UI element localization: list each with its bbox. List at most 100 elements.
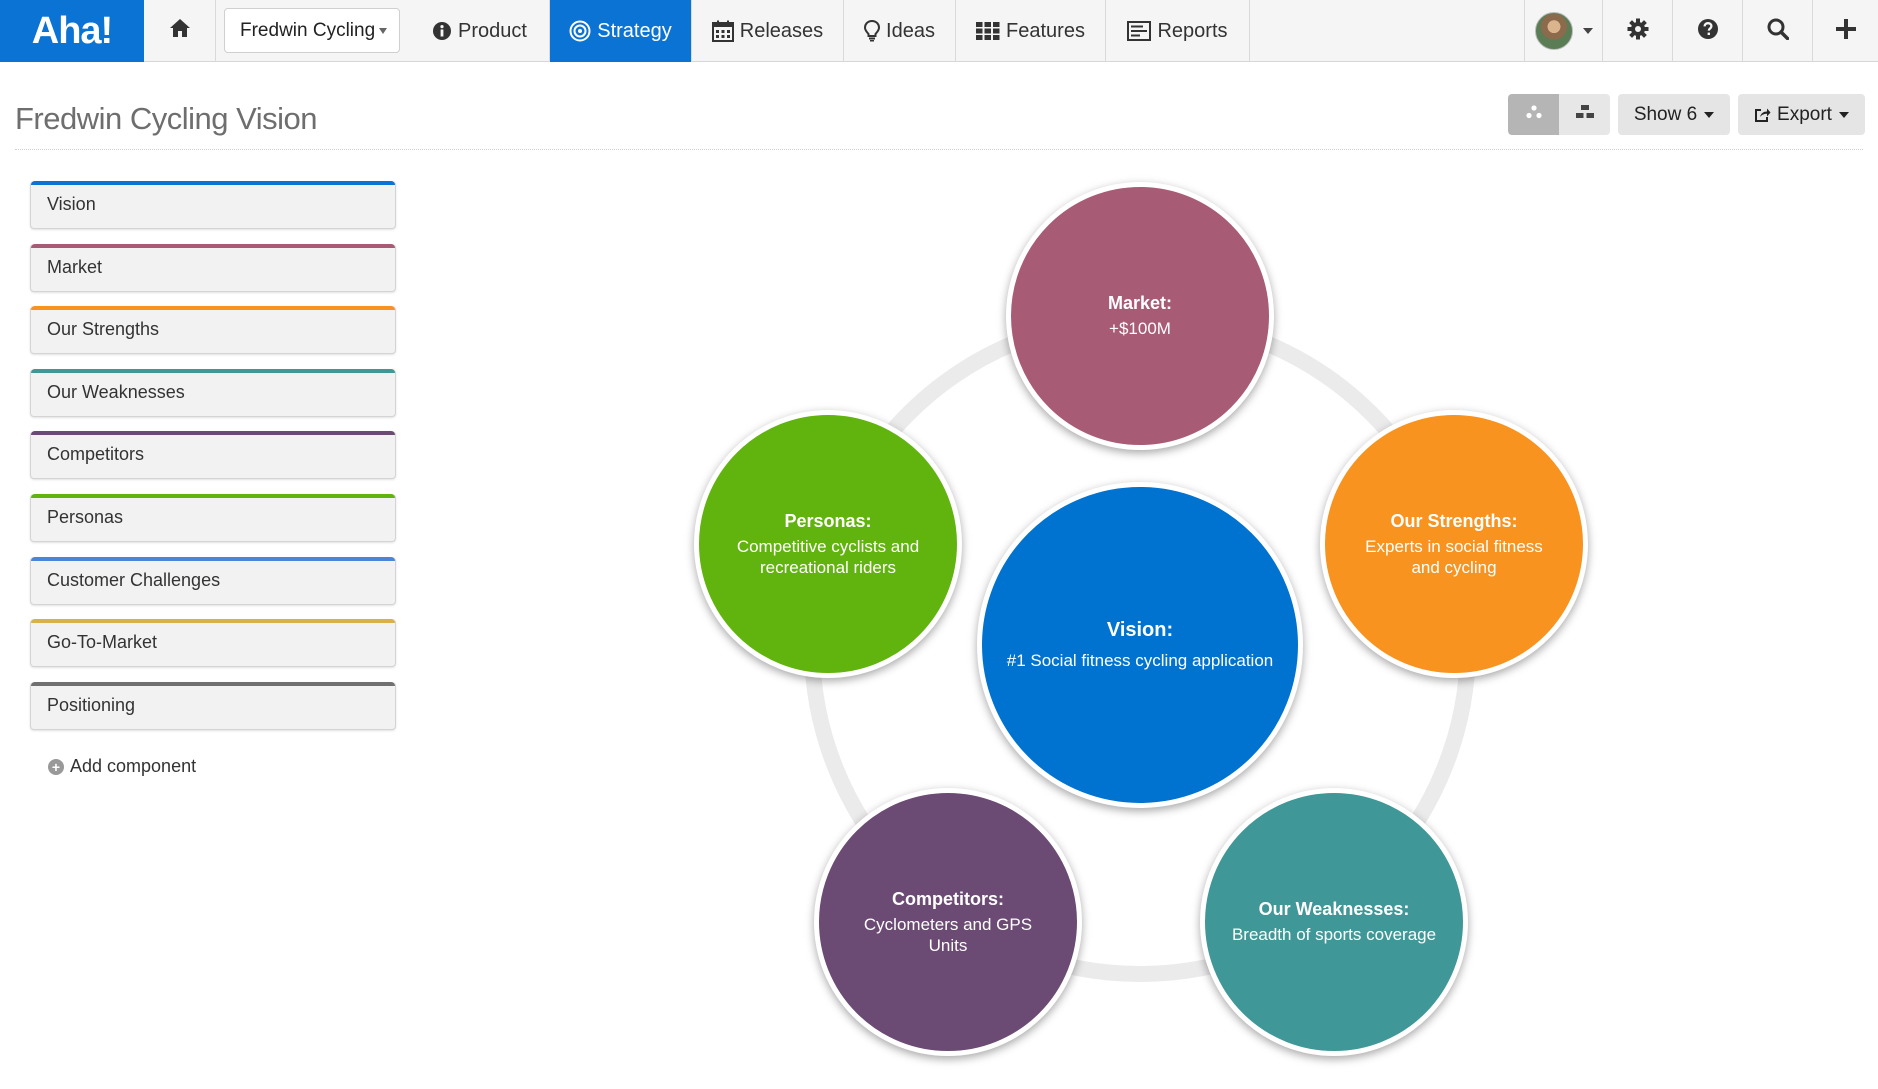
list-view-button[interactable] (1559, 94, 1610, 135)
component-label: Market (47, 256, 103, 277)
tab-ideas-label: Ideas (886, 19, 935, 42)
component-customer-challenges[interactable]: Customer Challenges (30, 556, 396, 605)
view-toggle (1508, 94, 1610, 135)
settings-button[interactable] (1602, 0, 1672, 62)
info-circle-icon (432, 21, 452, 41)
component-label: Vision (47, 194, 96, 214)
plus-circle-icon: + (48, 758, 64, 775)
export-icon (1754, 107, 1771, 123)
tab-ideas[interactable]: Ideas (844, 0, 956, 62)
component-our-weaknesses[interactable]: Our Weaknesses (30, 368, 396, 417)
component-go-to-market[interactable]: Go-To-Market (30, 619, 396, 668)
competitors-node[interactable]: Competitors: Cyclometers and GPS Units (814, 788, 1082, 1056)
avatar (1534, 12, 1573, 50)
component-color-bar (31, 681, 395, 686)
component-vision[interactable]: Vision (30, 181, 396, 229)
component-color-bar (31, 556, 395, 561)
product-select[interactable]: Fredwin Cycling (224, 8, 400, 53)
grid-icon (976, 22, 1000, 40)
calendar-icon (711, 20, 734, 42)
weaknesses-node-title: Our Weaknesses: (1258, 899, 1410, 919)
component-positioning[interactable]: Positioning (30, 681, 396, 730)
tab-reports[interactable]: Reports (1106, 0, 1250, 62)
diagram-view-icon (1525, 105, 1542, 124)
search-icon (1767, 18, 1789, 45)
market-node[interactable]: Market: +$100M (1006, 182, 1274, 450)
tab-features-label: Features (1006, 19, 1085, 42)
tab-strategy[interactable]: Strategy (550, 0, 692, 62)
personas-node-desc: Competitive cyclists and recreational ri… (736, 536, 920, 577)
top-nav: Aha! Fredwin Cycling Product Strategy Re… (0, 0, 1878, 62)
strengths-node[interactable]: Our Strengths: Experts in social fitness… (1320, 410, 1588, 678)
user-menu[interactable] (1524, 0, 1602, 62)
personas-node[interactable]: Personas: Competitive cyclists and recre… (694, 410, 962, 678)
tab-releases-label: Releases (739, 19, 824, 42)
tab-releases[interactable]: Releases (692, 0, 844, 62)
gear-icon (1627, 18, 1649, 45)
component-label: Our Weaknesses (47, 381, 185, 402)
add-component-label: Add component (70, 756, 197, 776)
component-color-bar (31, 493, 395, 498)
search-button[interactable] (1742, 0, 1812, 62)
component-market[interactable]: Market (30, 243, 396, 292)
diagram-view-button[interactable] (1508, 94, 1559, 135)
weaknesses-node[interactable]: Our Weaknesses: Breadth of sports covera… (1200, 788, 1468, 1056)
header-divider (15, 149, 1863, 150)
plus-icon (1835, 18, 1856, 44)
tab-product[interactable]: Product (410, 0, 550, 62)
market-node-title: Market: (1107, 293, 1173, 313)
tab-product-label: Product (458, 19, 527, 42)
component-label: Our Strengths (47, 319, 160, 340)
component-color-bar (31, 243, 395, 248)
component-color-bar (31, 619, 395, 624)
component-list: Vision Market Our Strengths Our Weakness… (30, 181, 396, 744)
page-title: Fredwin Cycling Vision (15, 101, 318, 136)
weaknesses-node-desc: Breadth of sports coverage (1231, 925, 1437, 944)
question-circle-icon (1697, 18, 1719, 45)
product-select-label: Fredwin Cycling (240, 19, 376, 41)
aha-logo[interactable]: Aha! (0, 0, 144, 62)
export-button[interactable]: Export (1738, 94, 1865, 135)
competitors-node-title: Competitors: (892, 888, 1004, 909)
component-color-bar (31, 306, 395, 311)
personas-node-title: Personas: (784, 510, 872, 531)
chevron-down-icon (1582, 28, 1593, 34)
add-component-link[interactable]: + Add component (48, 756, 196, 777)
lightbulb-icon (864, 20, 881, 42)
export-label: Export (1777, 103, 1832, 125)
chevron-down-icon (1704, 111, 1715, 118)
component-color-bar (31, 181, 395, 185)
component-label: Personas (47, 506, 124, 527)
report-list-icon (1127, 21, 1152, 41)
tab-strategy-label: Strategy (597, 19, 672, 42)
add-button[interactable] (1812, 0, 1878, 62)
show-count-button[interactable]: Show 6 (1618, 94, 1730, 135)
strengths-node-desc: Experts in social fitness and cycling (1365, 536, 1543, 577)
component-color-bar (31, 431, 395, 436)
component-label: Customer Challenges (47, 569, 221, 590)
tab-reports-label: Reports (1157, 19, 1228, 42)
target-icon (569, 20, 591, 42)
chevron-down-icon (379, 28, 387, 34)
help-button[interactable] (1672, 0, 1742, 62)
strengths-node-title: Our Strengths: (1390, 510, 1518, 531)
component-our-strengths[interactable]: Our Strengths (30, 306, 396, 355)
component-personas[interactable]: Personas (30, 493, 396, 542)
vision-node-desc: #1 Social fitness cycling application (1006, 651, 1274, 670)
component-label: Go-To-Market (47, 632, 158, 653)
vision-node[interactable]: Vision: #1 Social fitness cycling applic… (977, 482, 1303, 808)
list-view-icon (1575, 105, 1594, 124)
tab-features[interactable]: Features (956, 0, 1106, 62)
competitors-node-desc: Cyclometers and GPS Units (863, 914, 1033, 955)
home-button[interactable] (144, 0, 216, 62)
vision-node-title: Vision: (1106, 619, 1174, 641)
component-color-bar (31, 368, 395, 373)
market-node-desc: +$100M (1109, 319, 1171, 338)
strategy-diagram: Market: +$100M Personas: Competitive cyc… (680, 170, 1600, 1056)
show-count-label: Show 6 (1633, 103, 1698, 125)
chevron-down-icon (1838, 111, 1849, 118)
component-competitors[interactable]: Competitors (30, 431, 396, 480)
home-icon (169, 18, 191, 44)
component-label: Competitors (47, 444, 145, 465)
component-label: Positioning (47, 694, 136, 715)
